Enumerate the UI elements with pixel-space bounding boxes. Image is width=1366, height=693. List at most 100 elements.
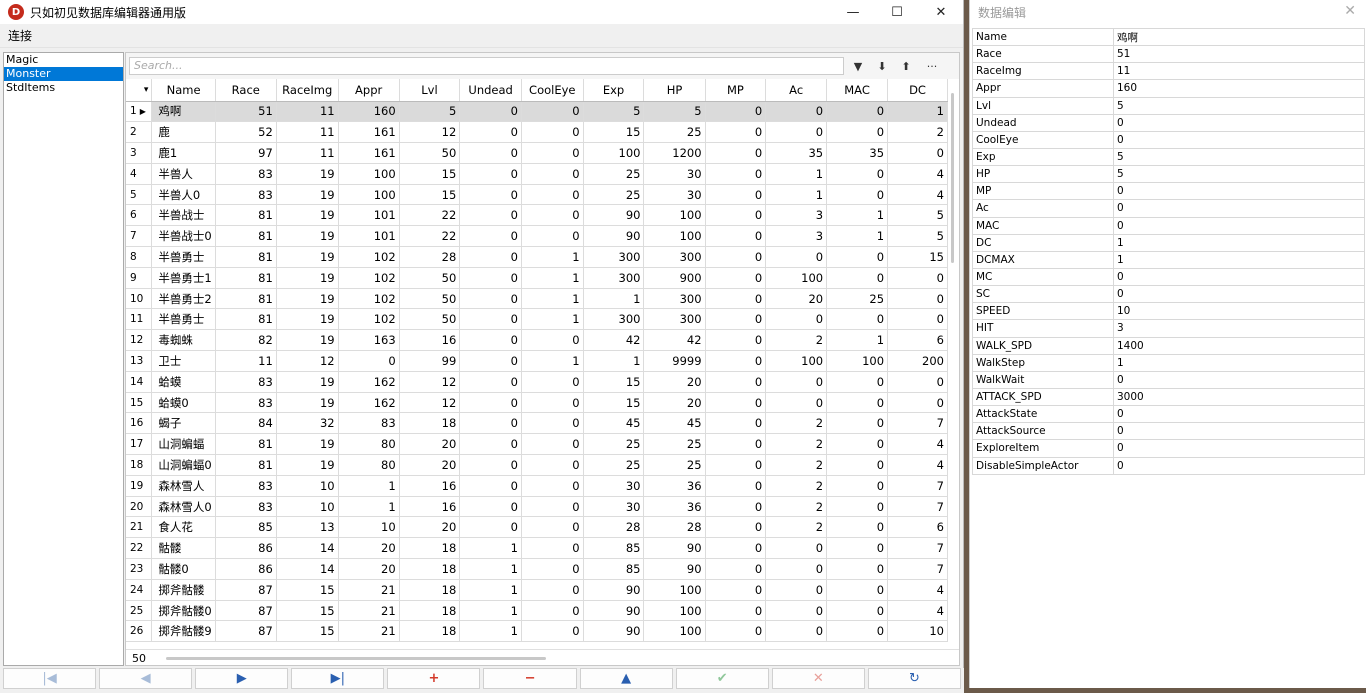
property-value[interactable]: 0 — [1113, 422, 1365, 441]
table-cell[interactable]: 102 — [338, 288, 400, 310]
table-cell[interactable]: 45 — [643, 412, 706, 435]
property-value[interactable]: 0 — [1113, 216, 1365, 235]
table-cell[interactable]: 28 — [583, 516, 645, 539]
table-cell[interactable]: 0 — [705, 329, 767, 352]
table-cell[interactable]: 30 — [583, 496, 645, 518]
table-cell[interactable]: 0 — [521, 121, 584, 144]
table-cell[interactable]: 1 — [521, 308, 584, 331]
table-cell[interactable]: 82 — [215, 329, 277, 352]
table-cell[interactable]: 15 — [583, 371, 645, 393]
table-cell[interactable]: 0 — [459, 496, 522, 518]
table-cell[interactable]: 18 — [399, 600, 461, 622]
table-cell[interactable]: 0 — [705, 537, 767, 560]
table-cell[interactable]: 12 — [399, 121, 461, 144]
table-cell[interactable]: 7 — [887, 558, 948, 580]
table-row[interactable]: 9 半兽勇士1 81 19 102 50 0 1 300 900 0 100 0 0 — [126, 267, 948, 289]
table-cell[interactable]: 0 — [826, 246, 889, 268]
table-cell[interactable]: 19 — [276, 225, 339, 248]
table-cell[interactable]: 0 — [826, 412, 889, 435]
table-cell[interactable]: 2 — [765, 454, 828, 476]
table-cell[interactable]: 蛤蟆0 — [151, 392, 216, 414]
table-cell[interactable]: 83 — [215, 392, 277, 414]
table-cell[interactable]: 1 — [583, 288, 645, 310]
table-cell[interactable]: 半兽勇士1 — [151, 267, 216, 289]
property-value[interactable]: 0 — [1113, 199, 1365, 218]
table-cell[interactable]: 13 — [276, 516, 339, 539]
column-header[interactable]: Race — [215, 79, 277, 102]
table-cell[interactable]: 32 — [276, 412, 339, 435]
table-cell[interactable]: 6 — [887, 516, 948, 539]
table-cell[interactable]: 14 — [276, 537, 339, 560]
table-cell[interactable]: 0 — [459, 329, 522, 352]
table-cell[interactable]: 84 — [215, 412, 277, 435]
table-cell[interactable]: 骷髅0 — [151, 558, 216, 580]
nav-next-button[interactable]: ▶ — [195, 668, 289, 689]
table-cell[interactable]: 18 — [399, 412, 461, 435]
table-cell[interactable]: 2 — [887, 121, 948, 144]
table-cell[interactable]: 0 — [705, 475, 767, 497]
nav-post-button[interactable]: ✔ — [675, 668, 769, 689]
table-cell[interactable]: 25 — [643, 454, 706, 476]
table-cell[interactable]: 300 — [643, 246, 706, 268]
table-cell[interactable]: 0 — [826, 600, 889, 622]
table-cell[interactable]: 100 — [826, 350, 889, 372]
property-value[interactable]: 11 — [1113, 62, 1365, 81]
table-cell[interactable]: 0 — [459, 350, 522, 372]
table-cell[interactable]: 25 — [826, 288, 889, 310]
vertical-scroll-thumb[interactable] — [951, 93, 954, 263]
table-cell[interactable]: 7 — [887, 475, 948, 497]
table-cell[interactable]: 80 — [338, 433, 400, 456]
table-cell[interactable]: 19 — [276, 454, 339, 476]
property-value[interactable]: 0 — [1113, 370, 1365, 389]
table-cell[interactable]: 0 — [705, 558, 767, 580]
table-cell[interactable]: 0 — [887, 392, 948, 414]
table-cell[interactable]: 90 — [583, 600, 645, 622]
table-cell[interactable]: 0 — [521, 412, 584, 435]
table-cell[interactable]: 0 — [705, 371, 767, 393]
table-cell[interactable]: 0 — [705, 246, 767, 268]
table-cell[interactable]: 1 — [521, 288, 584, 310]
table-cell[interactable]: 0 — [705, 163, 767, 185]
close-button[interactable]: ✕ — [919, 0, 963, 24]
table-cell[interactable]: 0 — [705, 204, 767, 227]
table-cell[interactable]: 85 — [215, 516, 277, 539]
table-cell[interactable]: 0 — [521, 101, 584, 123]
table-cell[interactable]: 87 — [215, 600, 277, 622]
table-cell[interactable]: 0 — [705, 412, 767, 435]
table-cell[interactable]: 22 — [399, 225, 461, 248]
table-cell[interactable]: 162 — [338, 392, 400, 414]
table-cell[interactable]: 52 — [215, 121, 277, 144]
table-cell[interactable]: 161 — [338, 121, 400, 144]
table-cell[interactable]: 6 — [887, 329, 948, 352]
table-cell[interactable]: 0 — [459, 267, 522, 289]
table-cell[interactable]: 0 — [705, 600, 767, 622]
table-cell[interactable]: 200 — [887, 350, 948, 372]
table-cell[interactable]: 0 — [826, 579, 889, 601]
table-cell[interactable]: 20 — [399, 516, 461, 539]
table-cell[interactable]: 19 — [276, 204, 339, 227]
table-list-item[interactable]: StdItems — [4, 81, 123, 95]
table-cell[interactable]: 50 — [399, 267, 461, 289]
table-cell[interactable]: 0 — [826, 392, 889, 414]
table-cell[interactable]: 100 — [643, 204, 706, 227]
table-cell[interactable]: 15 — [399, 163, 461, 185]
table-row[interactable]: 15 蛤蟆0 83 19 162 12 0 0 15 20 0 0 0 0 — [126, 392, 948, 414]
table-cell[interactable]: 19 — [276, 371, 339, 393]
table-cell[interactable]: 食人花 — [151, 516, 216, 539]
table-cell[interactable]: 2 — [765, 475, 828, 497]
table-cell[interactable]: 1 — [521, 246, 584, 268]
table-cell[interactable]: 0 — [459, 516, 522, 539]
table-cell[interactable]: 5 — [399, 101, 461, 123]
table-cell[interactable]: 300 — [583, 308, 645, 331]
property-value[interactable]: 0 — [1113, 113, 1365, 132]
table-row[interactable]: 14 蛤蟆 83 19 162 12 0 0 15 20 0 0 0 0 — [126, 371, 948, 393]
table-cell[interactable]: 1 — [521, 350, 584, 372]
nav-prior-button[interactable]: ◀ — [99, 668, 193, 689]
table-cell[interactable]: 1 — [765, 163, 828, 185]
table-cell[interactable]: 19 — [276, 246, 339, 268]
table-cell[interactable]: 0 — [521, 329, 584, 352]
table-cell[interactable]: 18 — [399, 579, 461, 601]
table-cell[interactable]: 2 — [765, 433, 828, 456]
table-cell[interactable]: 4 — [887, 600, 948, 622]
column-header[interactable]: CoolEye — [521, 79, 584, 102]
